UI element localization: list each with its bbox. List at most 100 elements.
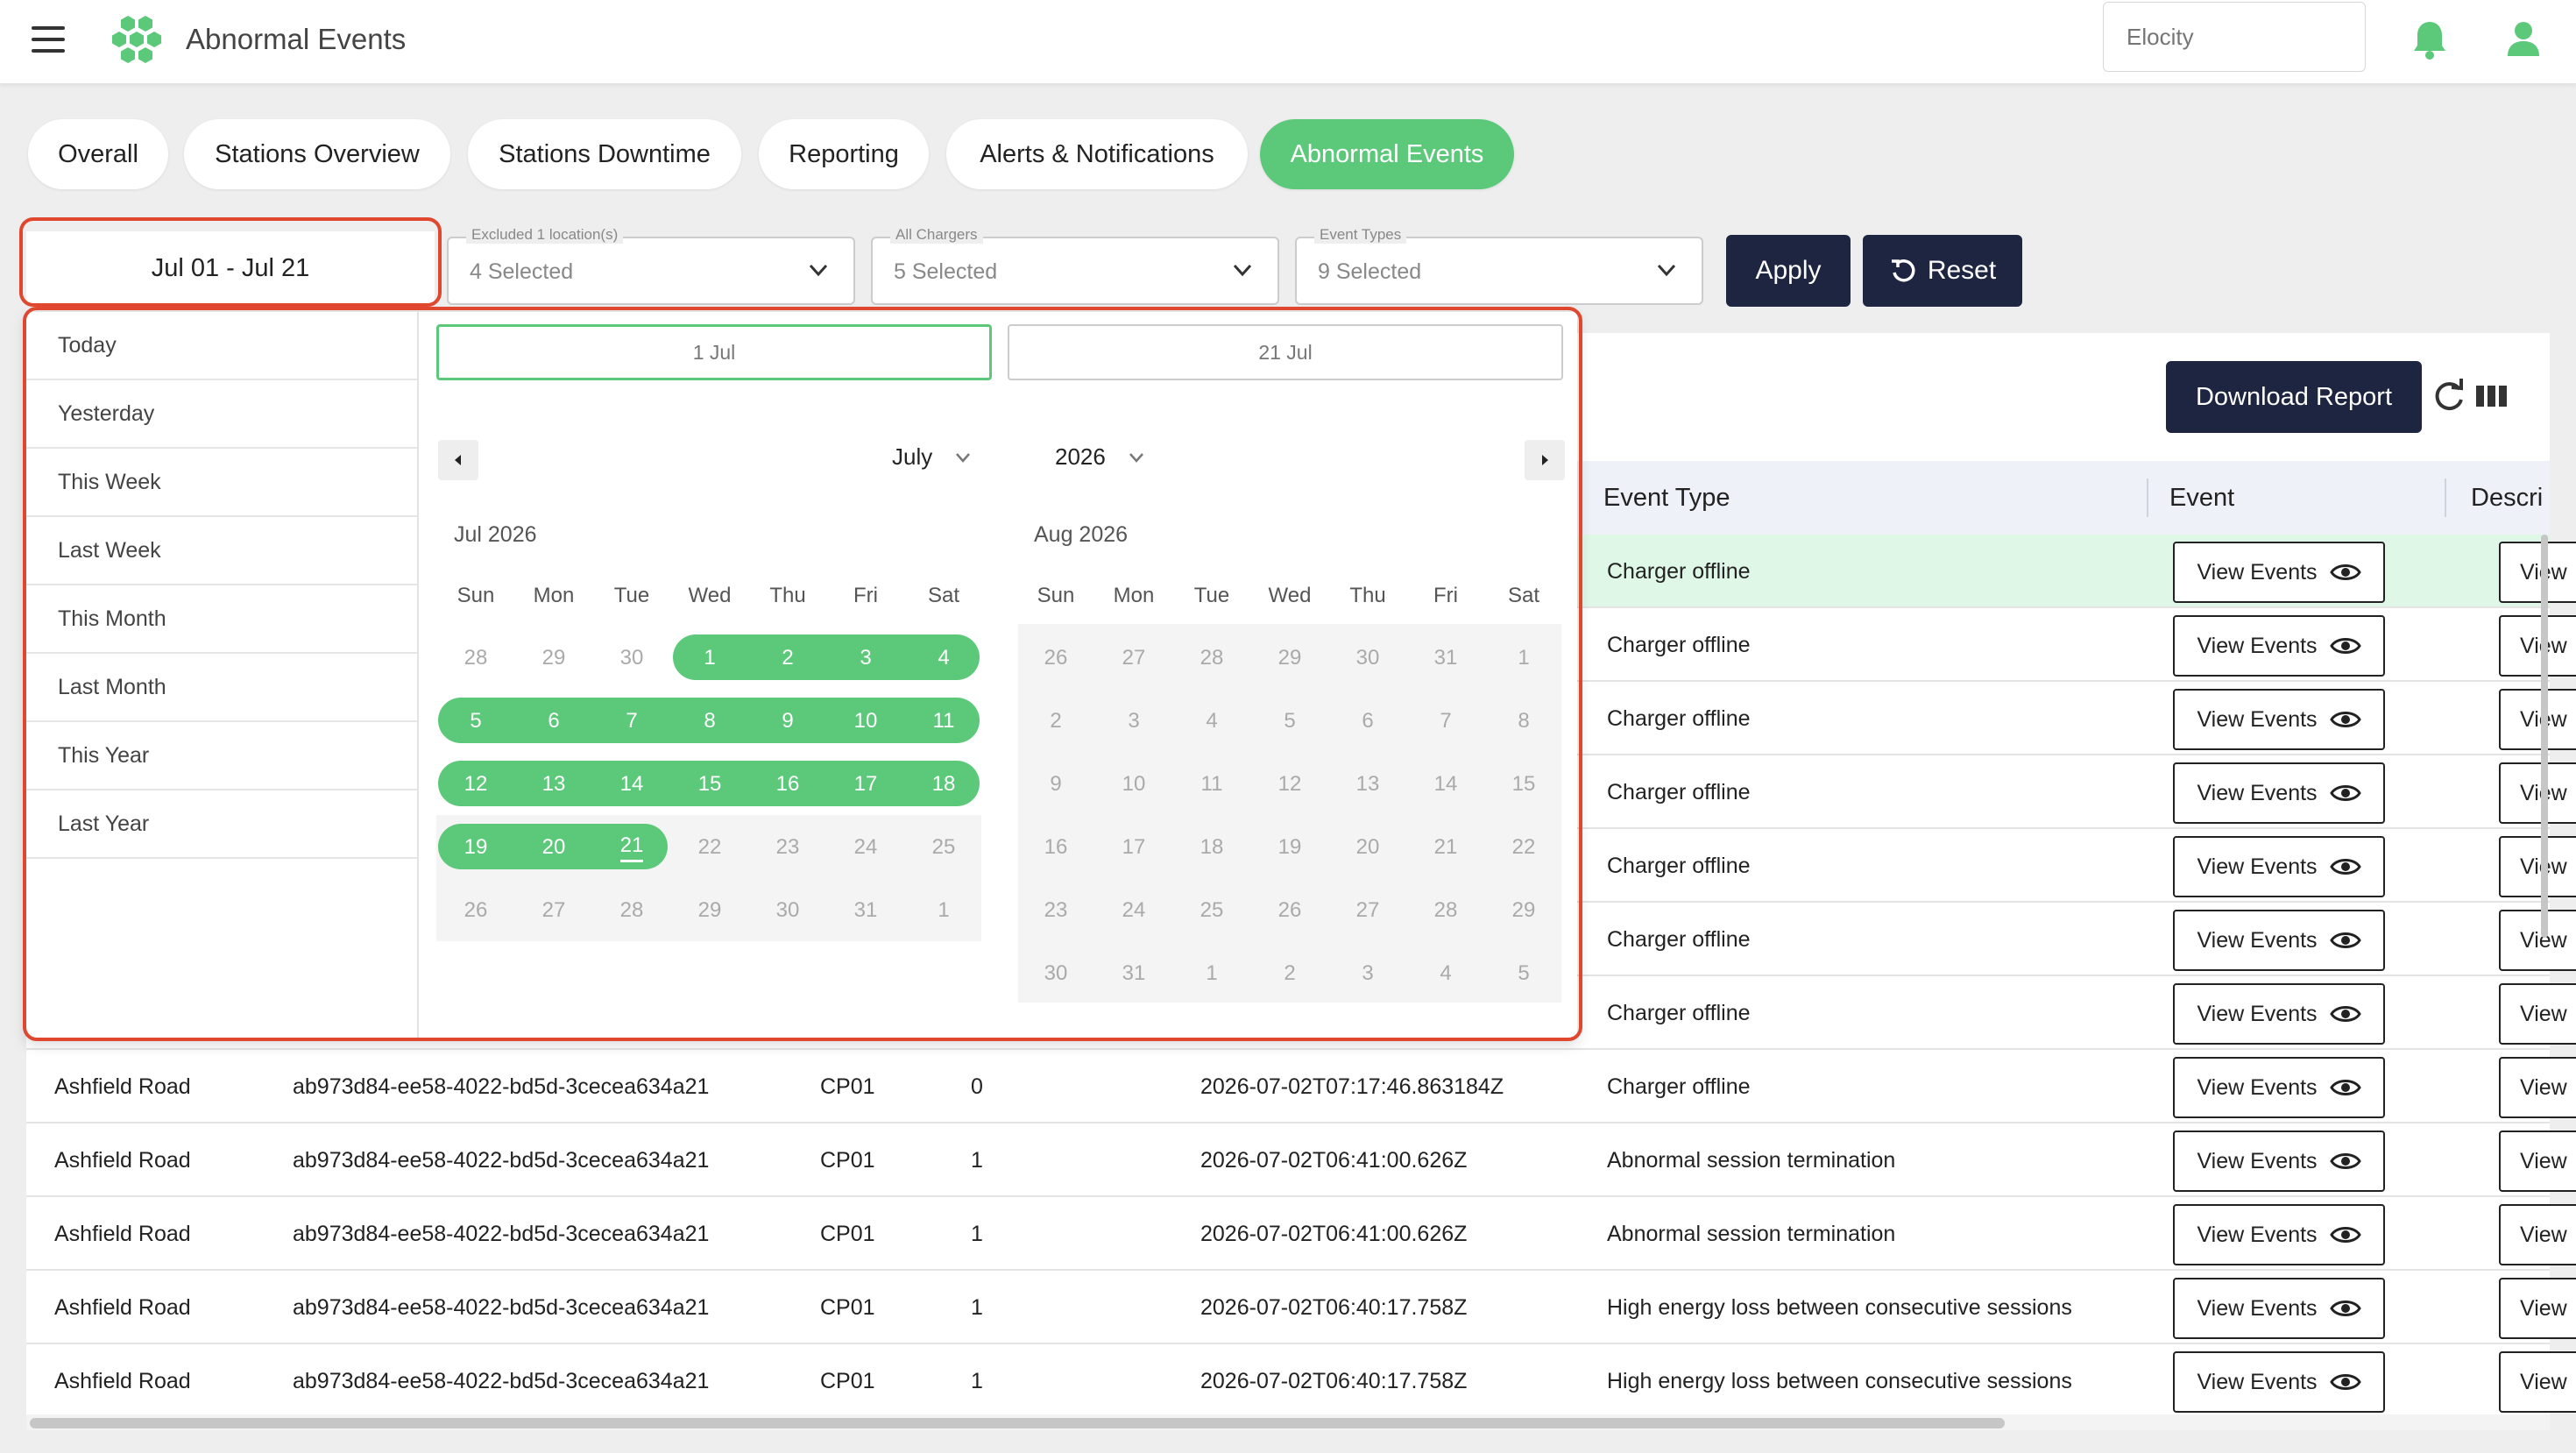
columns-icon[interactable] (2476, 382, 2508, 410)
calendar-day[interactable]: 7 (592, 699, 671, 743)
calendar-day[interactable]: 4 (1172, 699, 1251, 743)
prev-month-button[interactable] (438, 440, 478, 480)
calendar-day[interactable]: 1 (904, 889, 983, 932)
calendar-day[interactable]: 14 (592, 762, 671, 806)
menu-icon[interactable] (32, 26, 65, 53)
calendar-day[interactable]: 22 (1484, 826, 1563, 869)
calendar-day[interactable]: 28 (1406, 889, 1485, 932)
view-events-button[interactable]: View Events (2173, 762, 2385, 824)
calendar-day[interactable]: 20 (1328, 826, 1407, 869)
calendar-day[interactable]: 31 (826, 889, 905, 932)
preset-this-year[interactable]: This Year (26, 722, 417, 790)
apply-button[interactable]: Apply (1726, 235, 1851, 307)
start-date-input[interactable]: 1 Jul (436, 324, 992, 380)
refresh-icon[interactable] (2431, 377, 2467, 415)
view-description-button[interactable]: View (2499, 615, 2576, 677)
calendar-day[interactable]: 27 (514, 889, 593, 932)
calendar-day[interactable]: 1 (1172, 952, 1251, 996)
calendar-day[interactable]: 9 (1016, 762, 1095, 806)
locations-select[interactable]: Excluded 1 location(s) 4 Selected (447, 226, 855, 305)
calendar-day[interactable]: 16 (748, 762, 827, 806)
view-events-button[interactable]: View Events (2173, 1351, 2385, 1413)
calendar-day[interactable]: 6 (514, 699, 593, 743)
preset-this-week[interactable]: This Week (26, 449, 417, 517)
calendar-day[interactable]: 20 (514, 826, 593, 869)
calendar-day[interactable]: 23 (1016, 889, 1095, 932)
tab-abnormal-events[interactable]: Abnormal Events (1260, 119, 1514, 189)
col-event-type[interactable]: Event Type (1603, 484, 1730, 513)
tab-stations-overview[interactable]: Stations Overview (184, 119, 450, 189)
view-description-button[interactable]: View (2499, 542, 2576, 603)
calendar-day[interactable]: 3 (1328, 952, 1407, 996)
chargers-select[interactable]: All Chargers 5 Selected (871, 226, 1279, 305)
calendar-day[interactable]: 16 (1016, 826, 1095, 869)
calendar-day[interactable]: 11 (1172, 762, 1251, 806)
tab-stations-downtime[interactable]: Stations Downtime (468, 119, 741, 189)
calendar-day[interactable]: 2 (748, 636, 827, 680)
view-events-button[interactable]: View Events (2173, 1131, 2385, 1192)
view-events-button[interactable]: View Events (2173, 910, 2385, 971)
view-events-button[interactable]: View Events (2173, 542, 2385, 603)
vertical-scrollbar[interactable] (2541, 535, 2548, 938)
next-month-button[interactable] (1525, 440, 1565, 480)
calendar-day[interactable]: 29 (670, 889, 749, 932)
calendar-day[interactable]: 29 (1484, 889, 1563, 932)
calendar-day[interactable]: 4 (904, 636, 983, 680)
calendar-day[interactable]: 10 (826, 699, 905, 743)
calendar-day[interactable]: 30 (1328, 636, 1407, 680)
view-description-button[interactable]: View (2499, 1278, 2576, 1339)
calendar-day[interactable]: 28 (1172, 636, 1251, 680)
horizontal-scrollbar-thumb[interactable] (30, 1418, 2005, 1428)
col-event[interactable]: Event (2169, 484, 2234, 513)
calendar-day[interactable]: 27 (1328, 889, 1407, 932)
view-description-button[interactable]: View (2499, 762, 2576, 824)
view-events-button[interactable]: View Events (2173, 1278, 2385, 1339)
year-select[interactable]: 2026 (1055, 443, 1146, 471)
calendar-day[interactable]: 24 (1094, 889, 1173, 932)
calendar-day[interactable]: 8 (670, 699, 749, 743)
view-events-button[interactable]: View Events (2173, 615, 2385, 677)
bell-icon[interactable] (2411, 19, 2448, 60)
preset-last-week[interactable]: Last Week (26, 517, 417, 585)
calendar-day[interactable]: 12 (1250, 762, 1329, 806)
calendar-day[interactable]: 25 (904, 826, 983, 869)
calendar-day[interactable]: 13 (1328, 762, 1407, 806)
calendar-day[interactable]: 12 (436, 762, 515, 806)
view-description-button[interactable]: View (2499, 1057, 2576, 1118)
tab-alerts-notifications[interactable]: Alerts & Notifications (946, 119, 1248, 189)
preset-last-month[interactable]: Last Month (26, 654, 417, 722)
calendar-day[interactable]: 5 (1250, 699, 1329, 743)
preset-yesterday[interactable]: Yesterday (26, 380, 417, 449)
calendar-day[interactable]: 5 (436, 699, 515, 743)
col-description[interactable]: Descri (2471, 484, 2543, 513)
calendar-day[interactable]: 9 (748, 699, 827, 743)
view-description-button[interactable]: View (2499, 910, 2576, 971)
calendar-day-today[interactable]: 21 (592, 826, 671, 869)
calendar-day[interactable]: 14 (1406, 762, 1485, 806)
view-description-button[interactable]: View (2499, 1204, 2576, 1265)
calendar-day[interactable]: 29 (1250, 636, 1329, 680)
calendar-day[interactable]: 26 (436, 889, 515, 932)
calendar-day[interactable]: 7 (1406, 699, 1485, 743)
calendar-day[interactable]: 3 (1094, 699, 1173, 743)
calendar-day[interactable]: 29 (514, 636, 593, 680)
preset-today[interactable]: Today (26, 312, 417, 380)
calendar-day[interactable]: 18 (904, 762, 983, 806)
calendar-day[interactable]: 10 (1094, 762, 1173, 806)
month-select[interactable]: July (892, 443, 973, 471)
calendar-day[interactable]: 2 (1250, 952, 1329, 996)
calendar-day[interactable]: 18 (1172, 826, 1251, 869)
reset-button[interactable]: Reset (1863, 235, 2022, 307)
calendar-day[interactable]: 23 (748, 826, 827, 869)
calendar-day[interactable]: 21 (1406, 826, 1485, 869)
calendar-day[interactable]: 17 (1094, 826, 1173, 869)
calendar-day[interactable]: 4 (1406, 952, 1485, 996)
table-row[interactable]: Ashfield Road ab973d84-ee58-4022-bd5d-3c… (26, 1271, 2576, 1344)
date-range-field[interactable]: Jul 01 - Jul 21 (26, 231, 435, 305)
tab-overall[interactable]: Overall (28, 119, 168, 189)
calendar-day[interactable]: 31 (1094, 952, 1173, 996)
calendar-day[interactable]: 6 (1328, 699, 1407, 743)
calendar-day[interactable]: 22 (670, 826, 749, 869)
table-row[interactable]: Ashfield Road ab973d84-ee58-4022-bd5d-3c… (26, 1123, 2576, 1197)
calendar-day[interactable]: 8 (1484, 699, 1563, 743)
